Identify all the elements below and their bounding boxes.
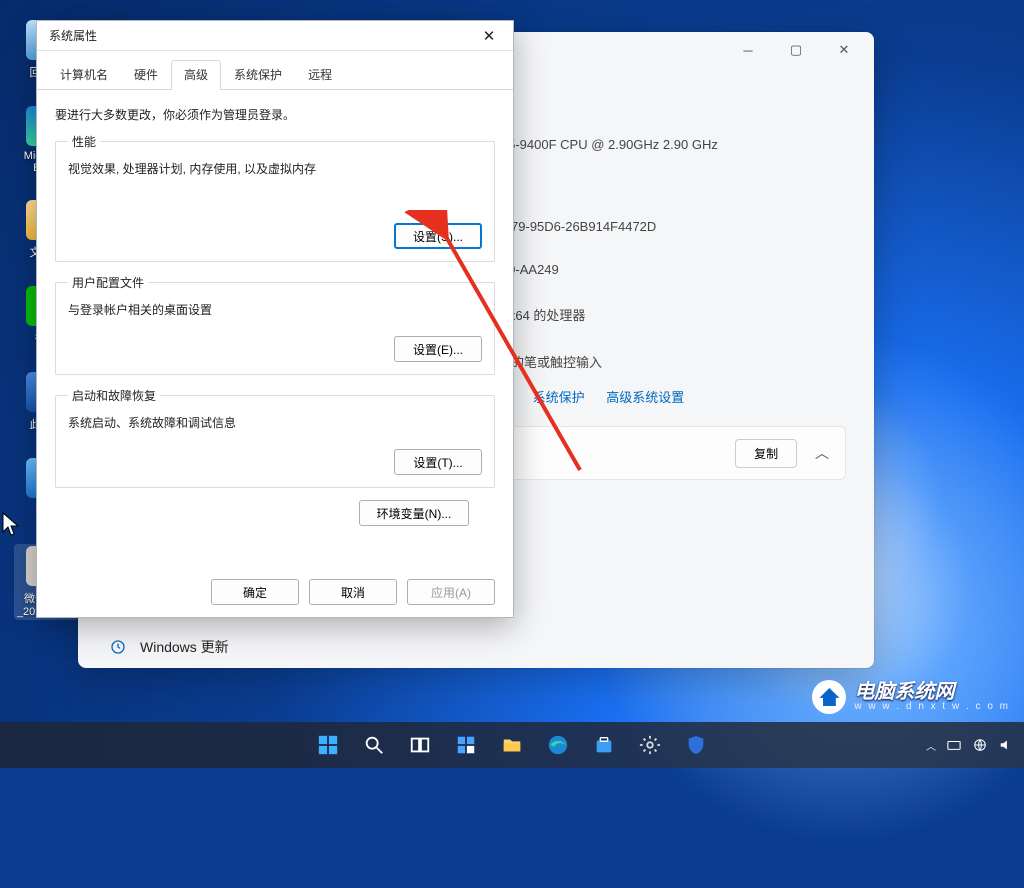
dialog-title: 系统属性 [49, 27, 97, 44]
group-user-profiles-desc: 与登录帐户相关的桌面设置 [68, 301, 482, 318]
watermark: 电脑系统网 w w w . d n x t w . c o m [812, 680, 1010, 714]
tray-network-icon[interactable] [972, 737, 988, 753]
group-user-profiles: 用户配置文件 与登录帐户相关的桌面设置 设置(E)... [55, 274, 495, 375]
group-user-profiles-legend: 用户配置文件 [68, 274, 148, 291]
tray-overflow-icon[interactable]: ︿ [926, 738, 936, 753]
user-profiles-settings-button[interactable]: 设置(E)... [394, 336, 482, 362]
group-startup-desc: 系统启动、系统故障和调试信息 [68, 414, 482, 431]
tab-system-protection[interactable]: 系统保护 [221, 60, 295, 90]
copy-button[interactable]: 复制 [735, 439, 797, 468]
settings-maximize-button[interactable]: ▢ [774, 35, 818, 65]
tray-volume-icon[interactable] [998, 737, 1014, 753]
taskbar-explorer-button[interactable] [492, 725, 532, 765]
group-performance: 性能 视觉效果, 处理器计划, 内存使用, 以及虚拟内存 设置(S)... [55, 133, 495, 262]
tab-computer-name[interactable]: 计算机名 [47, 60, 121, 90]
sidebar-item-windows-update[interactable]: Windows 更新 [98, 628, 408, 666]
system-tray[interactable]: ︿ [926, 737, 1014, 753]
link-advanced-settings[interactable]: 高级系统设置 [606, 390, 684, 405]
link-system-protection[interactable]: 系统保护 [533, 390, 585, 405]
start-button[interactable] [308, 725, 348, 765]
group-startup-legend: 启动和故障恢复 [68, 387, 160, 404]
startup-settings-button[interactable]: 设置(T)... [394, 449, 482, 475]
environment-variables-button[interactable]: 环境变量(N)... [359, 500, 469, 526]
taskbar-search-button[interactable] [354, 725, 394, 765]
tab-hardware[interactable]: 硬件 [121, 60, 171, 90]
cancel-button[interactable]: 取消 [309, 579, 397, 605]
watermark-logo-icon [812, 680, 846, 714]
group-performance-legend: 性能 [68, 133, 100, 150]
chevron-up-icon: ︿ [815, 445, 829, 461]
update-icon [110, 639, 126, 655]
taskbar-store-button[interactable] [584, 725, 624, 765]
sidebar-item-label: Windows 更新 [140, 637, 229, 657]
dialog-titlebar: 系统属性 ✕ [37, 21, 513, 51]
group-startup-recovery: 启动和故障恢复 系统启动、系统故障和调试信息 设置(T)... [55, 387, 495, 488]
settings-close-button[interactable]: ✕ [822, 35, 866, 65]
performance-settings-button[interactable]: 设置(S)... [394, 223, 482, 249]
group-performance-desc: 视觉效果, 处理器计划, 内存使用, 以及虚拟内存 [68, 160, 482, 177]
mouse-cursor-icon [2, 512, 22, 538]
widgets-button[interactable] [446, 725, 486, 765]
taskbar-edge-button[interactable] [538, 725, 578, 765]
tab-remote[interactable]: 远程 [295, 60, 345, 90]
watermark-url: w w w . d n x t w . c o m [854, 702, 1010, 712]
apply-button[interactable]: 应用(A) [407, 579, 495, 605]
settings-minimize-button[interactable]: ─ [726, 35, 770, 65]
watermark-text: 电脑系统网 [854, 682, 1010, 702]
tray-language-icon[interactable] [946, 737, 962, 753]
dialog-footer: 确定 取消 应用(A) [211, 579, 495, 605]
taskbar-security-button[interactable] [676, 725, 716, 765]
tab-advanced[interactable]: 高级 [171, 60, 221, 90]
system-properties-dialog: 系统属性 ✕ 计算机名 硬件 高级 系统保护 远程 要进行大多数更改，你必须作为… [36, 20, 514, 618]
task-view-button[interactable] [400, 725, 440, 765]
taskbar-settings-button[interactable] [630, 725, 670, 765]
dialog-tabs: 计算机名 硬件 高级 系统保护 远程 [37, 51, 513, 90]
taskbar: ︿ [0, 722, 1024, 768]
ok-button[interactable]: 确定 [211, 579, 299, 605]
admin-note: 要进行大多数更改，你必须作为管理员登录。 [55, 106, 495, 123]
dialog-close-button[interactable]: ✕ [471, 24, 507, 48]
